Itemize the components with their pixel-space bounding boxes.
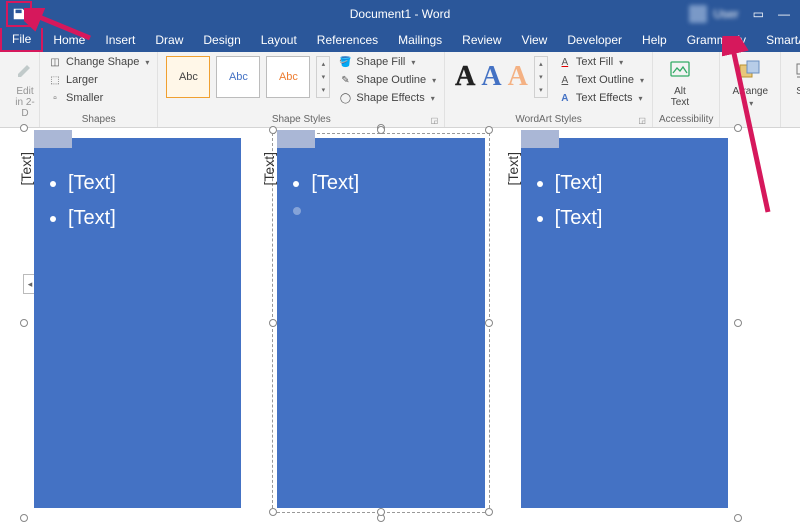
dialog-launcher-icon[interactable]: ◲ [638, 116, 646, 125]
user-account[interactable]: User [689, 5, 738, 23]
group-label-shapes: Shapes [46, 112, 151, 127]
tab-references[interactable]: References [307, 28, 388, 52]
text-effects-button[interactable]: A Text Effects▾ [556, 90, 646, 106]
save-icon [12, 7, 26, 21]
size-button[interactable]: Size▾ [787, 54, 800, 110]
document-canvas[interactable]: ◂ [Text] [Text] [Text] [Text] [Text] [0, 128, 800, 531]
shape-tab-icon [277, 130, 315, 148]
tab-insert[interactable]: Insert [95, 28, 145, 52]
shape-outline-button[interactable]: ✎ Shape Outline▾ [336, 72, 438, 88]
dialog-launcher-icon[interactable]: ◲ [431, 116, 439, 125]
shape-style-gallery[interactable]: Abc Abc Abc ▴▾▾ [164, 54, 332, 100]
shape-tab-icon [521, 130, 559, 148]
text-fill-button[interactable]: A Text Fill▾ [556, 54, 646, 70]
wordart-more-icon[interactable]: ▴▾▾ [534, 56, 548, 98]
tab-smartart-design[interactable]: SmartArt Design [756, 28, 800, 52]
group-size: Size▾ [781, 52, 800, 127]
group-label-shape-styles: Shape Styles◲ [164, 112, 438, 127]
list-item[interactable]: [Text] [555, 172, 714, 195]
cursor-bullet-icon [293, 207, 301, 215]
gallery-more-icon[interactable]: ▴▾▾ [316, 56, 330, 98]
shape-title[interactable]: [Text] [261, 152, 277, 185]
smaller-icon: ▫ [48, 91, 62, 105]
smartart-shape-1[interactable]: [Text] [Text] [Text] [34, 138, 241, 508]
tab-file[interactable]: File [0, 28, 43, 52]
title-bar: Document1 - Word User ▭ — [0, 0, 800, 28]
shape-effects-button[interactable]: ◯ Shape Effects▾ [336, 90, 438, 106]
arrange-button[interactable]: Arrange▾ [726, 54, 774, 110]
shape-title[interactable]: [Text] [18, 152, 34, 185]
tab-home[interactable]: Home [43, 28, 95, 52]
window-controls: User ▭ — [689, 5, 800, 23]
list-item[interactable]: [Text] [68, 172, 227, 195]
smaller-button[interactable]: ▫ Smaller [46, 90, 151, 106]
document-title: Document1 - Word [350, 7, 450, 21]
list-item[interactable]: [Text] [311, 172, 470, 195]
tab-review[interactable]: Review [452, 28, 511, 52]
tab-mailings[interactable]: Mailings [388, 28, 452, 52]
shape-tab-icon [34, 130, 72, 148]
group-label-wordart: WordArt Styles◲ [451, 112, 646, 127]
group-label-accessibility: Accessibility [659, 112, 713, 127]
tab-view[interactable]: View [512, 28, 558, 52]
ribbon-tabs: File Home Insert Draw Design Layout Refe… [0, 28, 800, 52]
shape-style-2[interactable]: Abc [216, 56, 260, 98]
quick-access-toolbar [0, 1, 32, 27]
change-shape-button[interactable]: ◫ Change Shape▾ [46, 54, 151, 70]
group-arrange: Arrange▾ [720, 52, 781, 127]
shape-fill-button[interactable]: 🪣 Shape Fill▾ [336, 54, 438, 70]
wordart-style-2[interactable]: A [481, 63, 501, 91]
ribbon-options-icon[interactable]: ▭ [753, 7, 764, 21]
smartart-container[interactable]: ◂ [Text] [Text] [Text] [Text] [Text] [24, 128, 738, 518]
group-shape-styles: Abc Abc Abc ▴▾▾ 🪣 Shape Fill▾ ✎ Shape Ou… [158, 52, 445, 127]
alt-text-button[interactable]: Alt Text [659, 54, 701, 110]
smartart-shapes: [Text] [Text] [Text] [Text] [Text] [28, 132, 734, 514]
smartart-shape-2[interactable]: [Text] [Text] [277, 138, 484, 508]
shape-style-1[interactable]: Abc [166, 56, 210, 98]
larger-icon: ⬚ [48, 73, 62, 87]
tab-grammarly[interactable]: Grammarly [677, 28, 756, 52]
shape-style-3[interactable]: Abc [266, 56, 310, 98]
shape-outline-icon: ✎ [338, 73, 352, 87]
list-item[interactable]: [Text] [68, 207, 227, 230]
text-outline-icon: A [558, 73, 572, 87]
wordart-style-1[interactable]: A [455, 63, 475, 91]
arrange-icon [738, 56, 762, 84]
edit-in-2d-button[interactable]: Edit in 2-D [6, 54, 44, 121]
smartart-shape-3[interactable]: [Text] [Text] [Text] [521, 138, 728, 508]
shape-fill-icon: 🪣 [338, 55, 352, 69]
tab-design[interactable]: Design [193, 28, 250, 52]
text-outline-button[interactable]: A Text Outline▾ [556, 72, 646, 88]
group-shapes: ◫ Change Shape▾ ⬚ Larger ▫ Smaller Shape… [40, 52, 158, 127]
wordart-style-3[interactable]: A [508, 63, 528, 91]
larger-button[interactable]: ⬚ Larger [46, 72, 151, 88]
tab-layout[interactable]: Layout [251, 28, 307, 52]
shape-title[interactable]: [Text] [505, 152, 521, 185]
alt-text-icon [669, 56, 691, 84]
text-effects-icon: A [558, 91, 572, 105]
text-fill-icon: A [558, 55, 572, 69]
save-button[interactable] [6, 1, 32, 27]
ribbon: Edit in 2-D ◫ Change Shape▾ ⬚ Larger ▫ S… [0, 52, 800, 128]
minimize-button[interactable]: — [778, 7, 790, 21]
change-shape-icon: ◫ [48, 55, 62, 69]
edit-2d-icon [15, 56, 35, 84]
group-edit2d: Edit in 2-D [0, 52, 40, 127]
group-wordart-styles: A A A ▴▾▾ A Text Fill▾ A Text Outline▾ A… [445, 52, 653, 127]
shape-effects-icon: ◯ [338, 91, 352, 105]
size-icon [794, 56, 800, 84]
wordart-gallery[interactable]: A A A ▴▾▾ [451, 54, 552, 100]
tab-help[interactable]: Help [632, 28, 677, 52]
tab-draw[interactable]: Draw [145, 28, 193, 52]
list-item[interactable]: [Text] [555, 207, 714, 230]
group-accessibility: Alt Text Accessibility [653, 52, 720, 127]
tab-developer[interactable]: Developer [557, 28, 632, 52]
